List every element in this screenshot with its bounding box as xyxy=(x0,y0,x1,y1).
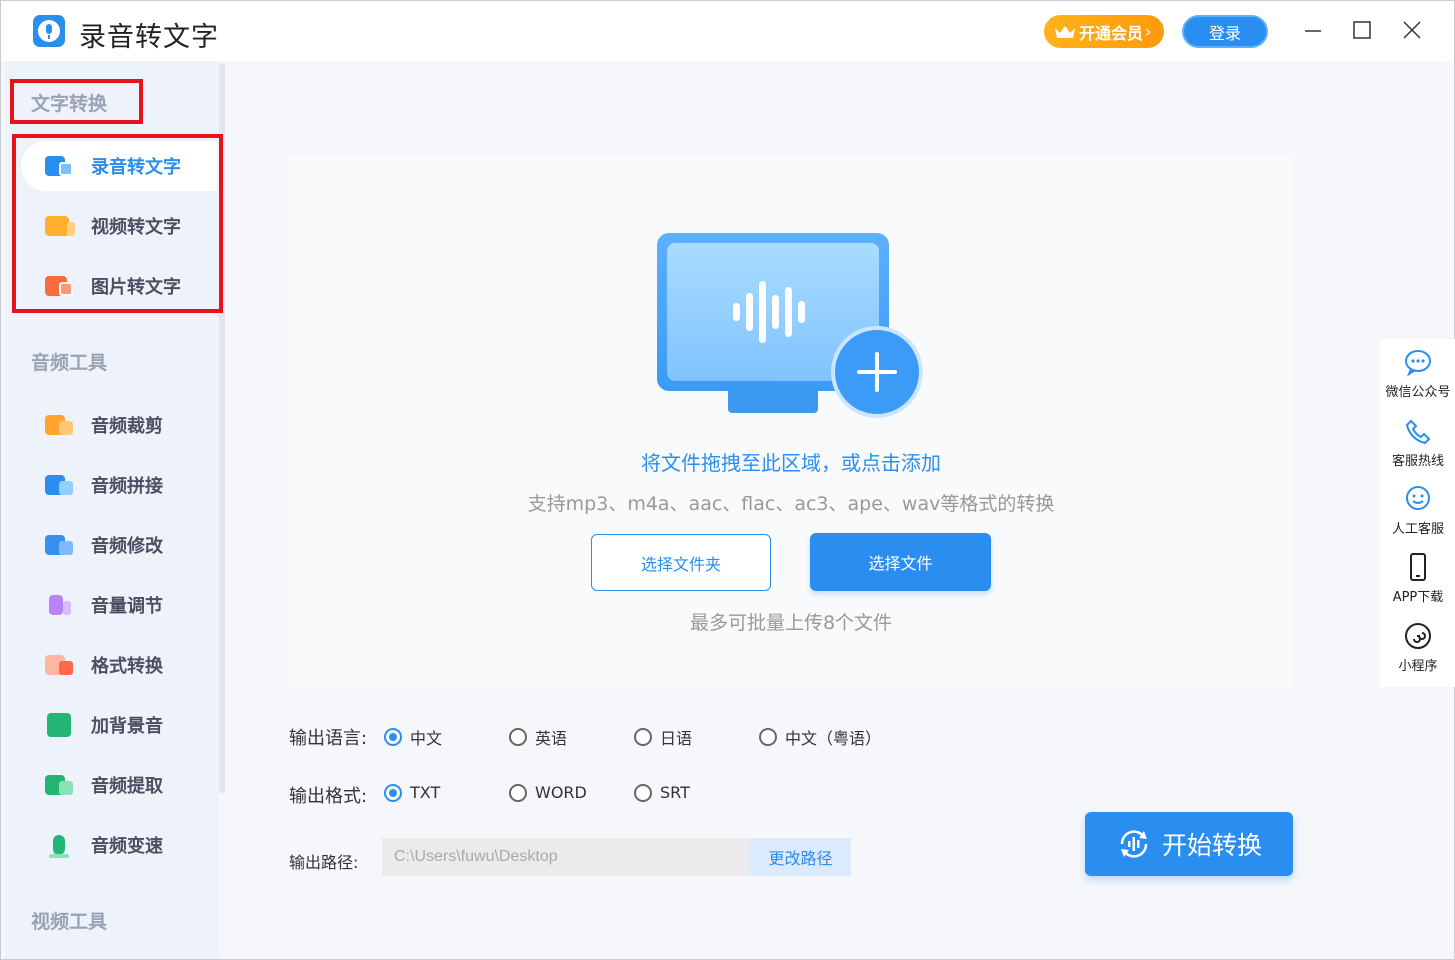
audio-join-icon xyxy=(45,472,75,498)
language-radio-cantonese[interactable]: 中文（粤语） xyxy=(759,725,881,749)
sidebar-item-label: 音频变速 xyxy=(91,836,163,857)
output-format-label: 输出格式: xyxy=(289,786,368,807)
sidebar-item-audio-join[interactable]: 音频拼接 xyxy=(21,460,217,510)
audio-cut-icon xyxy=(45,412,75,438)
format-radio-word[interactable]: WORD xyxy=(509,783,587,802)
crown-icon xyxy=(1054,24,1076,40)
language-radio-japanese[interactable]: 日语 xyxy=(634,725,692,749)
start-convert-button[interactable]: 开始转换 xyxy=(1085,812,1293,876)
sidebar-item-bg-music[interactable]: 加背景音 xyxy=(21,700,217,750)
volume-icon xyxy=(45,592,75,618)
convert-wave-icon xyxy=(1120,830,1148,858)
sidebar-item-label: 音量调节 xyxy=(91,596,163,617)
right-service-panel: 微信公众号 客服热线 人工客服 APP下载 小程序 xyxy=(1380,339,1455,687)
app-window: 录音转文字 开通会员 › 登录 文字转换 录音转文字 视频转文字 图片转文字 音… xyxy=(0,0,1455,960)
language-radio-chinese[interactable]: 中文 xyxy=(384,725,442,749)
select-folder-button[interactable]: 选择文件夹 xyxy=(591,534,771,591)
hotline-link[interactable]: 客服热线 xyxy=(1380,416,1455,469)
sidebar-item-label: 音频提取 xyxy=(91,776,163,797)
batch-upload-note: 最多可批量上传8个文件 xyxy=(689,612,893,634)
maximize-button[interactable] xyxy=(1347,15,1377,45)
mobile-icon xyxy=(1410,553,1426,581)
app-logo-icon xyxy=(33,15,65,47)
close-icon xyxy=(1403,21,1421,39)
support-icon xyxy=(1406,486,1430,510)
audio-extract-icon xyxy=(45,772,75,798)
sidebar-item-label: 音频修改 xyxy=(91,536,163,557)
highlight-box-section xyxy=(10,79,143,124)
wechat-icon xyxy=(1405,350,1431,377)
sidebar-item-label: 加背景音 xyxy=(91,716,163,737)
vip-label: 开通会员 xyxy=(1079,23,1144,43)
app-title: 录音转文字 xyxy=(79,22,219,53)
sidebar-item-audio-cut[interactable]: 音频裁剪 xyxy=(21,400,217,450)
sidebar-item-audio-speed[interactable]: 音频变速 xyxy=(21,820,217,870)
sound-wave-icon xyxy=(733,281,805,343)
chevron-right-icon: › xyxy=(1145,22,1152,41)
mini-program-icon xyxy=(1405,623,1431,649)
sidebar-item-format-convert[interactable]: 格式转换 xyxy=(21,640,217,690)
music-note-icon xyxy=(45,712,75,738)
audio-edit-icon xyxy=(45,532,75,558)
sidebar-section-video: 视频工具 xyxy=(31,911,108,933)
live-support-link[interactable]: 人工客服 xyxy=(1380,484,1455,537)
wechat-official-link[interactable]: 微信公众号 xyxy=(1380,347,1455,400)
phone-icon xyxy=(1405,419,1431,445)
select-file-button[interactable]: 选择文件 xyxy=(810,533,991,591)
sidebar-item-label: 音频裁剪 xyxy=(91,416,163,437)
login-button[interactable]: 登录 xyxy=(1182,15,1268,48)
add-file-plus-icon[interactable] xyxy=(831,326,923,418)
output-path-field[interactable] xyxy=(382,838,750,876)
sidebar-item-volume[interactable]: 音量调节 xyxy=(21,580,217,630)
start-convert-label: 开始转换 xyxy=(1161,831,1262,860)
app-download-link[interactable]: APP下载 xyxy=(1380,552,1455,605)
monitor-stand xyxy=(728,391,818,413)
sidebar-section-audio: 音频工具 xyxy=(31,352,108,374)
mini-program-link[interactable]: 小程序 xyxy=(1380,621,1455,674)
drop-zone-title[interactable]: 将文件拖拽至此区域，或点击添加 xyxy=(441,447,1141,476)
change-path-button[interactable]: 更改路径 xyxy=(750,838,851,876)
output-language-label: 输出语言: xyxy=(289,728,368,749)
title-bar: 录音转文字 开通会员 › 登录 xyxy=(1,1,1454,61)
sidebar-item-label: 音频拼接 xyxy=(91,476,163,497)
sidebar-item-audio-edit[interactable]: 音频修改 xyxy=(21,520,217,570)
format-radio-srt[interactable]: SRT xyxy=(634,783,690,802)
output-path-label: 输出路径: xyxy=(289,853,359,872)
sidebar-item-audio-extract[interactable]: 音频提取 xyxy=(21,760,217,810)
highlight-box-items xyxy=(12,134,223,313)
audio-speed-icon xyxy=(45,832,75,858)
language-radio-english[interactable]: 英语 xyxy=(509,725,567,749)
minimize-icon xyxy=(1305,30,1321,32)
close-button[interactable] xyxy=(1397,15,1427,45)
format-convert-icon xyxy=(45,652,75,678)
minimize-button[interactable] xyxy=(1298,15,1328,45)
sidebar-item-label: 格式转换 xyxy=(91,656,163,677)
format-radio-txt[interactable]: TXT xyxy=(384,783,440,802)
vip-button[interactable]: 开通会员 › xyxy=(1044,15,1164,48)
supported-formats-text: 支持mp3、m4a、aac、flac、ac3、ape、wav等格式的转换 xyxy=(527,493,1055,515)
maximize-icon xyxy=(1353,21,1371,39)
